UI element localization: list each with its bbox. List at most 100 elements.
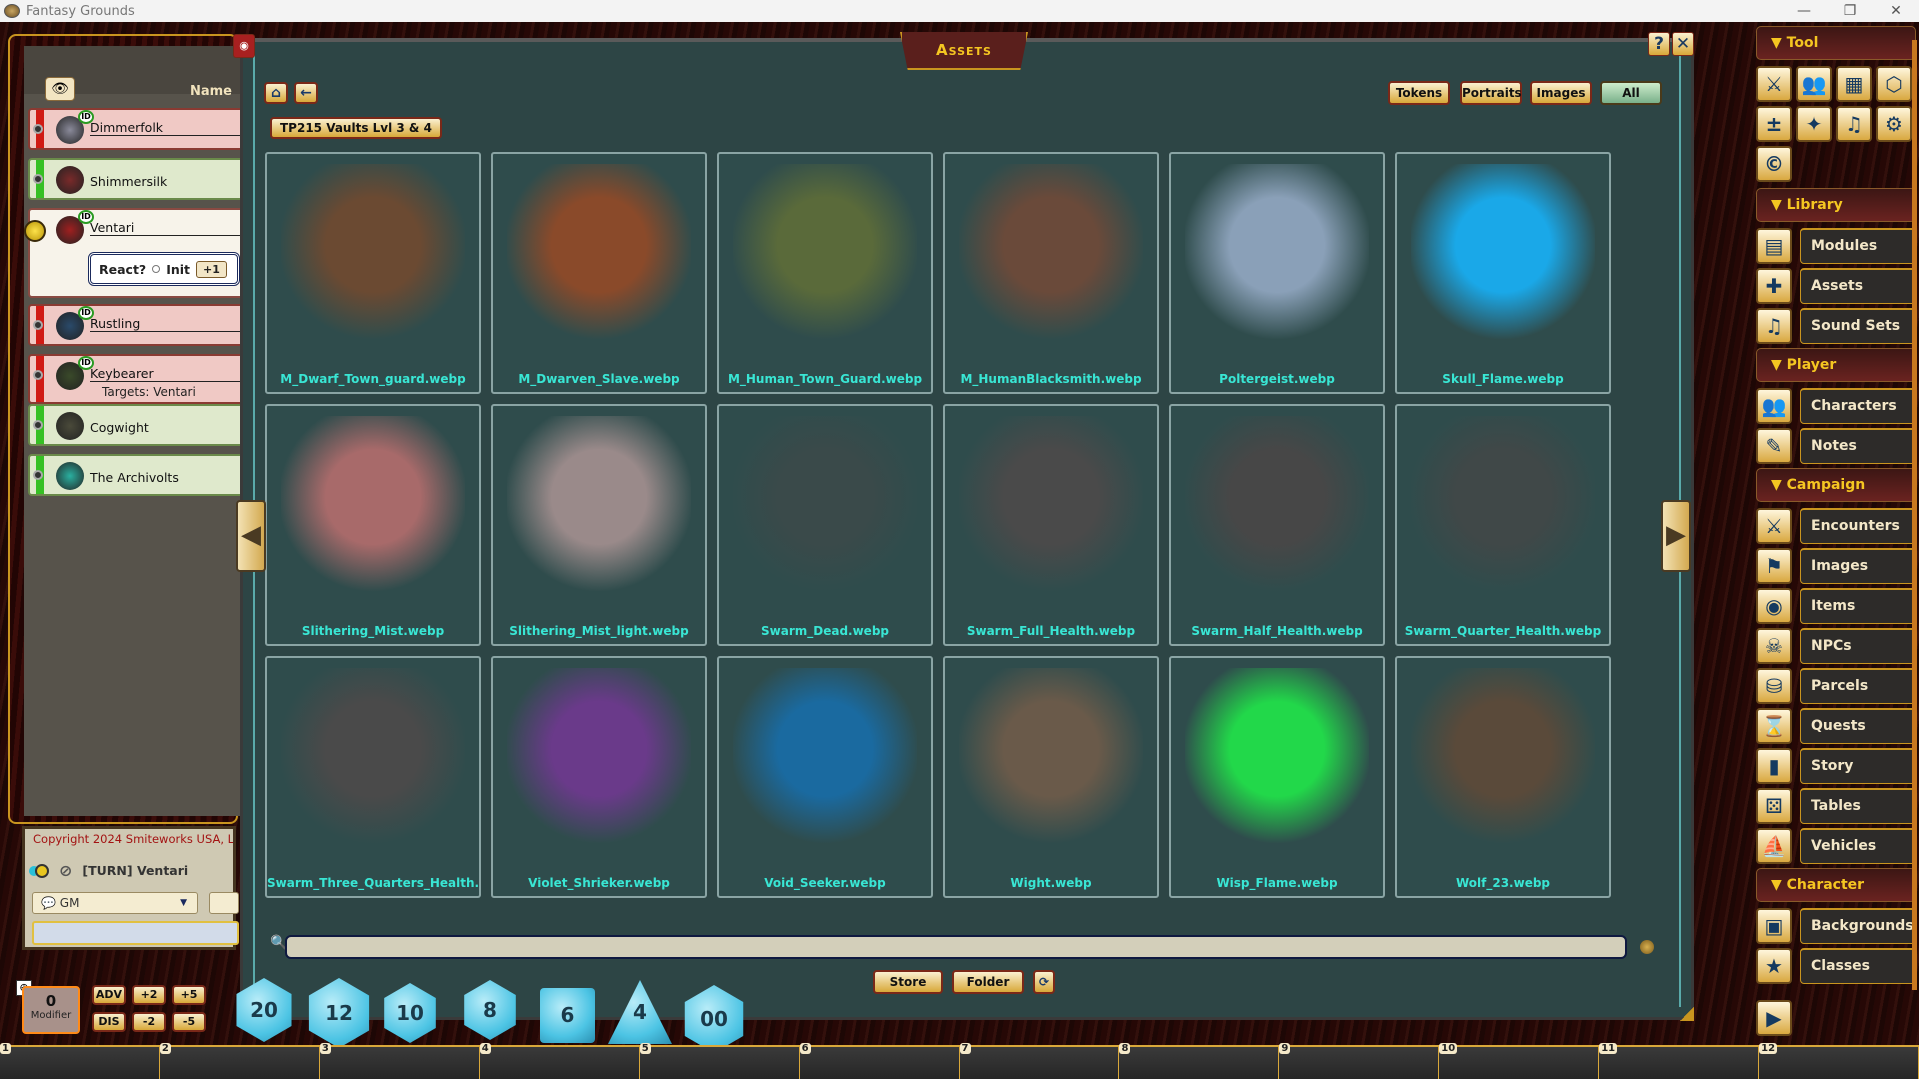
hotbar-slot[interactable]: 9 bbox=[1279, 1043, 1440, 1079]
sidebar-icon-story[interactable]: ▮ bbox=[1756, 748, 1792, 784]
hotbar-slot[interactable]: 7 bbox=[959, 1043, 1120, 1079]
init-value[interactable]: +1 bbox=[196, 260, 227, 278]
combatant-name[interactable]: Shimmersilk bbox=[90, 174, 167, 189]
chat-input[interactable] bbox=[32, 921, 239, 945]
asset-tile[interactable]: M_Human_Town_Guard.webp bbox=[717, 152, 933, 394]
sidebar-item-items[interactable]: Items bbox=[1800, 588, 1916, 624]
emote-select[interactable] bbox=[209, 892, 239, 914]
sidebar-item-vehicles[interactable]: Vehicles bbox=[1800, 828, 1916, 864]
sidebar-item-npcs[interactable]: NPCs bbox=[1800, 628, 1916, 664]
party-button[interactable]: 👥 bbox=[1796, 66, 1832, 102]
filter-tokens[interactable]: Tokens bbox=[1388, 81, 1450, 105]
drag-handle-icon[interactable] bbox=[33, 174, 43, 184]
minus2-button[interactable]: -2 bbox=[132, 1012, 166, 1032]
sidebar-item-tables[interactable]: Tables bbox=[1800, 788, 1916, 824]
sidebar-icon-images[interactable]: ⚑ bbox=[1756, 548, 1792, 584]
drag-handle-icon[interactable] bbox=[33, 370, 43, 380]
sidebar-section-player[interactable]: ▼ Player bbox=[1756, 348, 1916, 382]
dis-button[interactable]: DIS bbox=[92, 1012, 126, 1032]
drag-handle-icon[interactable] bbox=[33, 420, 43, 430]
sidebar-expand-button[interactable]: ▶ bbox=[1756, 1000, 1792, 1036]
sidebar-item-notes[interactable]: Notes bbox=[1800, 428, 1916, 464]
sidebar-icon-backgrounds[interactable]: ▣ bbox=[1756, 908, 1792, 944]
drag-handle-icon[interactable] bbox=[33, 320, 43, 330]
close-window-button[interactable]: ✕ bbox=[1873, 0, 1919, 22]
die-d6[interactable]: 6 bbox=[540, 988, 595, 1043]
crossed-swords-button[interactable]: ⚔ bbox=[1756, 66, 1792, 102]
help-button[interactable]: ? bbox=[1648, 32, 1670, 56]
sidebar-item-characters[interactable]: Characters bbox=[1800, 388, 1916, 424]
hotbar-slot[interactable]: 6 bbox=[799, 1043, 960, 1079]
combatant-name[interactable]: The Archivolts bbox=[90, 470, 179, 485]
hotbar-slot[interactable]: 5 bbox=[639, 1043, 800, 1079]
visibility-toggle-button[interactable]: 👁 bbox=[45, 77, 75, 101]
asset-tile[interactable]: M_Dwarven_Slave.webp bbox=[491, 152, 707, 394]
store-button[interactable]: Store bbox=[873, 970, 943, 994]
drag-handle-icon[interactable] bbox=[33, 124, 43, 134]
filter-portraits[interactable]: Portraits bbox=[1460, 81, 1522, 105]
sidebar-item-parcels[interactable]: Parcels bbox=[1800, 668, 1916, 704]
plus-minus-button[interactable]: ± bbox=[1756, 106, 1792, 142]
combatant-name[interactable]: Rustling bbox=[90, 316, 140, 331]
next-page-button[interactable]: ▶ bbox=[1661, 500, 1691, 572]
previous-page-button[interactable]: ◀ bbox=[236, 500, 266, 572]
combat-tracker-row[interactable]: ID Ventari React? Init +1 bbox=[24, 208, 248, 298]
sidebar-icon-tables[interactable]: ⚄ bbox=[1756, 788, 1792, 824]
resize-handle[interactable] bbox=[1680, 1007, 1694, 1021]
hidden-eye-icon[interactable]: ⊘ bbox=[59, 861, 72, 880]
sidebar-icon-modules[interactable]: ▤ bbox=[1756, 228, 1792, 264]
sidebar-item-backgrounds[interactable]: Backgrounds bbox=[1800, 908, 1916, 944]
asset-tile[interactable]: Violet_Shrieker.webp bbox=[491, 656, 707, 898]
grid-view-icon[interactable] bbox=[1640, 940, 1654, 954]
minimize-button[interactable]: — bbox=[1781, 0, 1827, 22]
combat-tracker-row[interactable]: Shimmersilk bbox=[28, 158, 248, 200]
sidebar-section-character[interactable]: ▼ Character bbox=[1756, 868, 1916, 902]
speaker-select[interactable]: 💬 GM ▼ bbox=[32, 892, 198, 914]
cc-button[interactable]: © bbox=[1756, 146, 1792, 182]
effects-button[interactable]: ✦ bbox=[1796, 106, 1832, 142]
hotbar-slot[interactable]: 2 bbox=[159, 1043, 320, 1079]
d20-button[interactable]: ⬡ bbox=[1876, 66, 1912, 102]
plus5-button[interactable]: +5 bbox=[172, 985, 206, 1005]
minus5-button[interactable]: -5 bbox=[172, 1012, 206, 1032]
combatant-name[interactable]: Ventari bbox=[90, 220, 134, 235]
hotbar-slot[interactable]: 10 bbox=[1439, 1043, 1600, 1079]
plus2-button[interactable]: +2 bbox=[132, 985, 166, 1005]
asset-tile[interactable]: M_Dwarf_Town_guard.webp bbox=[265, 152, 481, 394]
sidebar-item-quests[interactable]: Quests bbox=[1800, 708, 1916, 744]
modifier-box[interactable]: 0 Modifier bbox=[22, 986, 80, 1034]
folder-breadcrumb[interactable]: TP215 Vaults Lvl 3 & 4 bbox=[270, 117, 442, 139]
combat-tracker-row[interactable]: ID Rustling bbox=[28, 304, 248, 346]
sidebar-item-modules[interactable]: Modules bbox=[1800, 228, 1916, 264]
asset-tile[interactable]: Skull_Flame.webp bbox=[1395, 152, 1611, 394]
hotbar-slot[interactable]: 4 bbox=[479, 1043, 640, 1079]
asset-tile[interactable]: Slithering_Mist.webp bbox=[265, 404, 481, 646]
combatant-name[interactable]: Keybearer bbox=[90, 366, 154, 381]
asset-tile[interactable]: Wolf_23.webp bbox=[1395, 656, 1611, 898]
sidebar-item-assets[interactable]: Assets bbox=[1800, 268, 1916, 304]
sidebar-icon-parcels[interactable]: ⛁ bbox=[1756, 668, 1792, 704]
close-assets-button[interactable]: ✕ bbox=[1672, 32, 1694, 56]
hotbar-slot[interactable]: 1 bbox=[0, 1043, 160, 1079]
asset-tile[interactable]: Wight.webp bbox=[943, 656, 1159, 898]
hotbar-slot[interactable]: 11 bbox=[1599, 1043, 1760, 1079]
filter-images[interactable]: Images bbox=[1530, 81, 1592, 105]
sidebar-icon-sound-sets[interactable]: ♫ bbox=[1756, 308, 1792, 344]
sidebar-icon-vehicles[interactable]: ⛵ bbox=[1756, 828, 1792, 864]
refresh-button[interactable]: ⟳ bbox=[1033, 970, 1055, 994]
combat-tracker-row[interactable]: Cogwight bbox=[28, 404, 248, 446]
combat-tracker-row[interactable]: ID Dimmerfolk bbox=[28, 108, 248, 150]
asset-tile[interactable]: Wisp_Flame.webp bbox=[1169, 656, 1385, 898]
dragon-icon[interactable]: ◉ bbox=[233, 34, 255, 58]
sidebar-icon-npcs[interactable]: ☠ bbox=[1756, 628, 1792, 664]
hotbar-slot[interactable]: 3 bbox=[319, 1043, 480, 1079]
adv-button[interactable]: ADV bbox=[92, 985, 126, 1005]
token-avatar[interactable] bbox=[56, 166, 84, 194]
sidebar-section-tool[interactable]: ▼ Tool bbox=[1756, 26, 1916, 60]
filter-all[interactable]: All bbox=[1600, 81, 1662, 105]
asset-tile[interactable]: Poltergeist.webp bbox=[1169, 152, 1385, 394]
search-input[interactable] bbox=[285, 935, 1627, 959]
combat-tracker-row[interactable]: ID Keybearer Targets: Ventari bbox=[28, 354, 248, 404]
sidebar-item-encounters[interactable]: Encounters bbox=[1800, 508, 1916, 544]
gear-button[interactable]: ⚙ bbox=[1876, 106, 1912, 142]
